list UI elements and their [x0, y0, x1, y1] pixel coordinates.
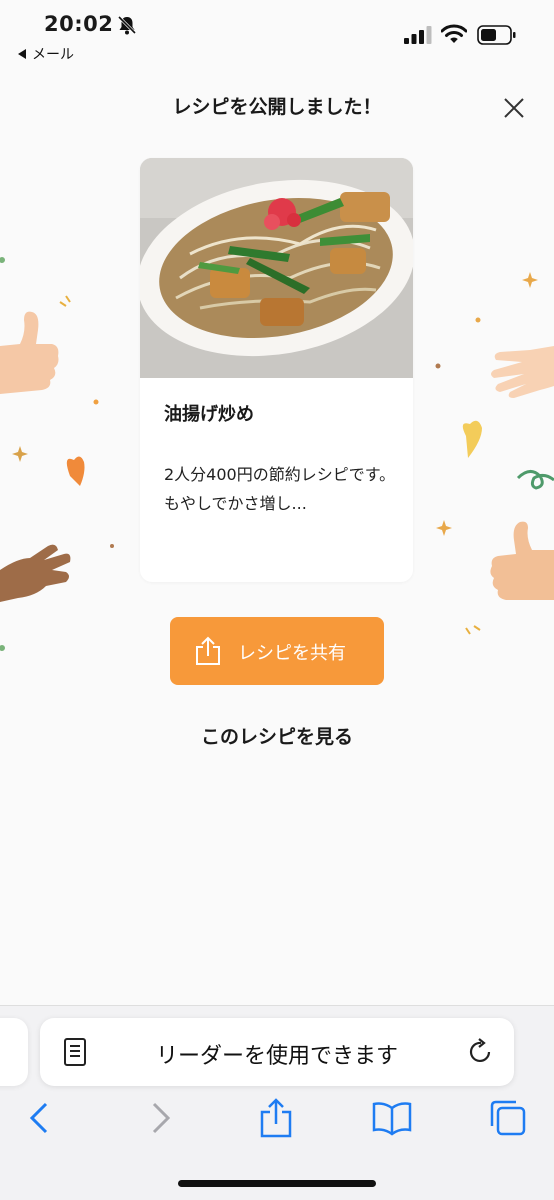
recipe-photo-image: [140, 158, 413, 378]
previous-tab-preview[interactable]: [0, 1018, 28, 1086]
address-text: リーダーを使用できます: [155, 1044, 398, 1069]
share-recipe-button[interactable]: レシピを共有: [170, 617, 384, 685]
page-title: レシピを公開しました！: [172, 96, 382, 118]
home-indicator: [178, 1180, 376, 1187]
toolbar-share-icon[interactable]: [256, 1098, 296, 1138]
signal-icon: [404, 26, 432, 44]
back-to-app-link[interactable]: メール: [18, 44, 74, 64]
wifi-icon: [441, 24, 467, 43]
back-icon[interactable]: [20, 1098, 60, 1138]
close-icon[interactable]: [498, 92, 530, 124]
tabs-icon[interactable]: [488, 1098, 528, 1138]
view-recipe-link[interactable]: このレシピを見る: [0, 722, 554, 749]
bookmarks-icon[interactable]: [372, 1098, 412, 1138]
share-recipe-label: レシピを共有: [238, 643, 346, 664]
thumbs-up-hand-right-illustration: [490, 521, 554, 600]
battery-icon: [477, 25, 516, 45]
recipe-title: 油揚げ炒め: [164, 404, 254, 425]
share-icon: [196, 636, 220, 665]
forward-icon[interactable]: [140, 1098, 180, 1138]
thumbs-up-hand-left-illustration: [0, 311, 59, 394]
back-triangle-icon: [18, 49, 26, 59]
back-app-label: メール: [32, 47, 74, 63]
recipe-description: 2人分400円の節約レシピです。 もやしでかさ増し...: [164, 465, 396, 513]
status-bar: 20:02 メール: [0, 0, 554, 70]
open-hand-right-illustration: [491, 346, 554, 398]
recipe-card[interactable]: 油揚げ炒め 2人分400円の節約レシピです。 もやしでかさ増し...: [140, 158, 413, 582]
reload-icon[interactable]: [467, 1038, 495, 1068]
address-bar[interactable]: リーダーを使用できます: [40, 1018, 514, 1086]
browser-bottom-bar: リーダーを使用できます: [0, 1005, 554, 1200]
bell-slash-icon: [117, 15, 137, 35]
waving-hand-left-illustration: [0, 544, 71, 602]
status-time: 20:02: [44, 12, 114, 36]
